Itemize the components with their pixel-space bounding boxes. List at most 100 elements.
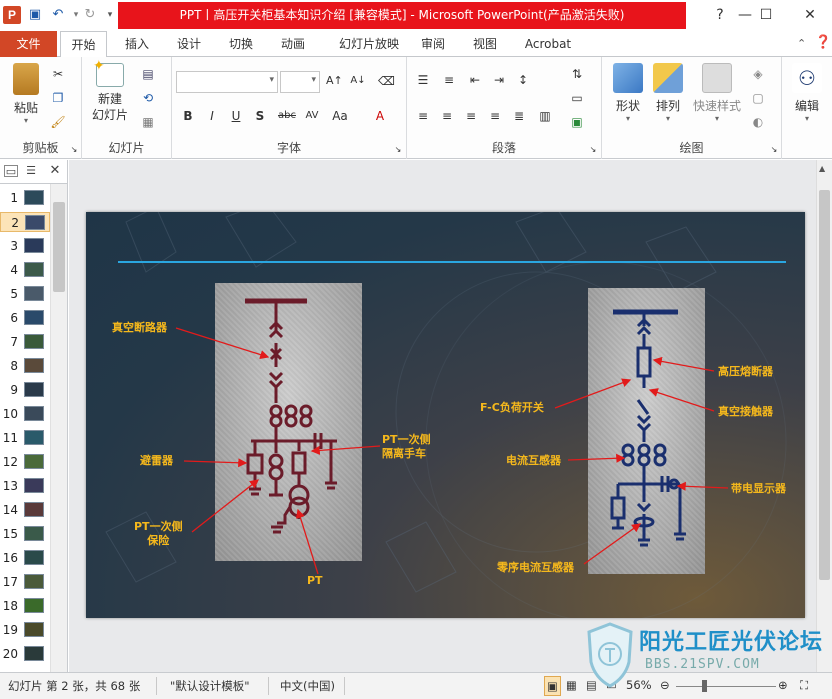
paste-button[interactable]: 粘贴 ▾: [6, 63, 46, 125]
decrease-indent-icon[interactable]: ⇤: [467, 73, 483, 87]
language-indicator[interactable]: 中文(中国): [280, 678, 335, 694]
numbering-icon[interactable]: ≡: [441, 73, 457, 87]
slide-thumbnail-image[interactable]: [24, 646, 44, 661]
shape-fill-icon[interactable]: ◈: [750, 67, 766, 81]
slide-thumbnail-image[interactable]: [24, 454, 44, 469]
tab-insert[interactable]: 插入: [116, 31, 158, 57]
new-slide-button[interactable]: ✦ 新建 幻灯片: [86, 58, 134, 123]
thumbnail-scrollbar[interactable]: [50, 184, 67, 672]
shape-effects-icon[interactable]: ◐: [750, 115, 766, 129]
slide-sorter-icon[interactable]: ▦: [566, 678, 577, 692]
slide-thumbnail-image[interactable]: [24, 190, 44, 205]
align-left-icon[interactable]: ≡: [415, 109, 431, 123]
normal-view-icon[interactable]: ▣: [544, 676, 561, 696]
slide-thumbnail[interactable]: 8: [0, 356, 50, 376]
copy-icon[interactable]: ❐: [50, 91, 66, 105]
slide-thumbnail[interactable]: 10: [0, 404, 50, 424]
underline-icon[interactable]: U: [228, 109, 244, 123]
close-pane-icon[interactable]: ✕: [48, 164, 62, 177]
slide-thumbnail-image[interactable]: [24, 526, 44, 541]
bullets-icon[interactable]: ☰: [415, 73, 431, 87]
paragraph-launcher-icon[interactable]: ↘: [585, 143, 601, 157]
increase-indent-icon[interactable]: ⇥: [491, 73, 507, 87]
reset-icon[interactable]: ⟲: [140, 91, 156, 105]
slide-thumbnail[interactable]: 4: [0, 260, 50, 280]
slide-thumbnail[interactable]: 17: [0, 572, 50, 592]
drawing-launcher-icon[interactable]: ↘: [766, 143, 782, 157]
shape-outline-icon[interactable]: ▢: [750, 91, 766, 105]
powerpoint-app-icon[interactable]: P: [3, 6, 21, 24]
align-right-icon[interactable]: ≡: [463, 109, 479, 123]
distribute-icon[interactable]: ≣: [511, 109, 527, 123]
slide-thumbnail[interactable]: 18: [0, 596, 50, 616]
slide-thumbnail-image[interactable]: [24, 478, 44, 493]
tab-transitions[interactable]: 切换: [220, 31, 262, 57]
slide-thumbnail[interactable]: 5: [0, 284, 50, 304]
italic-icon[interactable]: I: [204, 109, 220, 123]
slide-thumbnail[interactable]: 14: [0, 500, 50, 520]
line-spacing-icon[interactable]: ↕: [515, 73, 531, 87]
columns-icon[interactable]: ▥: [537, 109, 553, 123]
slide-thumbnail-image[interactable]: [24, 502, 44, 517]
tab-review[interactable]: 审阅: [412, 31, 454, 57]
char-spacing-icon[interactable]: AV: [302, 109, 322, 123]
arrange-button[interactable]: 排列 ▾: [648, 63, 688, 123]
align-text-icon[interactable]: ▭: [569, 91, 585, 105]
slide-thumbnail-image[interactable]: [24, 382, 44, 397]
editing-button[interactable]: ⚇ 编辑 ▾: [786, 63, 828, 123]
slides-tab-icon[interactable]: ▭: [4, 165, 18, 178]
tab-animations[interactable]: 动画: [272, 31, 314, 57]
slide-thumbnail[interactable]: 12: [0, 452, 50, 472]
clipboard-launcher-icon[interactable]: ↘: [66, 143, 82, 157]
tab-home[interactable]: 开始: [60, 31, 107, 58]
smartart-icon[interactable]: ▣: [569, 115, 585, 129]
font-size-select[interactable]: [280, 71, 320, 93]
slide-thumbnail-image[interactable]: [24, 574, 44, 589]
slide-thumbnail[interactable]: 2: [0, 212, 50, 232]
clear-format-icon[interactable]: ⌫: [378, 74, 395, 88]
slide-thumbnail-image[interactable]: [24, 238, 44, 253]
outline-tab-icon[interactable]: ☰: [24, 165, 38, 177]
align-center-icon[interactable]: ≡: [439, 109, 455, 123]
section-icon[interactable]: ▦: [140, 115, 156, 129]
tab-acrobat[interactable]: Acrobat: [518, 31, 578, 57]
change-case-icon[interactable]: Aa: [330, 109, 350, 123]
redo-icon[interactable]: ↻: [82, 7, 98, 23]
format-painter-icon[interactable]: 🖌: [50, 115, 66, 129]
justify-icon[interactable]: ≡: [487, 109, 503, 123]
slide-thumbnail[interactable]: 15: [0, 524, 50, 544]
tab-slideshow[interactable]: 幻灯片放映: [326, 31, 412, 57]
slide-scroll-thumb[interactable]: [819, 190, 830, 580]
font-color-icon[interactable]: A: [372, 109, 388, 123]
slide-thumbnail-image[interactable]: [24, 358, 44, 373]
slide-thumbnail[interactable]: 13: [0, 476, 50, 496]
slide-thumbnail-image[interactable]: [24, 310, 44, 325]
grow-font-icon[interactable]: A↑: [326, 74, 343, 88]
font-launcher-icon[interactable]: ↘: [390, 143, 406, 157]
slide-thumbnail-image[interactable]: [25, 215, 45, 230]
tab-view[interactable]: 视图: [464, 31, 506, 57]
bold-icon[interactable]: B: [180, 109, 196, 123]
save-icon[interactable]: ▣: [27, 7, 43, 23]
shadow-icon[interactable]: S: [252, 109, 268, 123]
slide-thumbnail-image[interactable]: [24, 622, 44, 637]
slide-thumbnail[interactable]: 16: [0, 548, 50, 568]
maximize-button[interactable]: ☐: [746, 0, 786, 31]
tab-file[interactable]: 文件: [0, 31, 57, 57]
strikethrough-icon[interactable]: abc: [276, 109, 298, 123]
tab-design[interactable]: 设计: [168, 31, 210, 57]
thumbnail-scroll-thumb[interactable]: [53, 202, 65, 292]
undo-icon[interactable]: ↶: [50, 7, 66, 23]
slide-thumbnail-image[interactable]: [24, 430, 44, 445]
cut-icon[interactable]: ✂: [50, 67, 66, 81]
customize-qat-icon[interactable]: ▾: [102, 7, 118, 23]
slide-thumbnail-image[interactable]: [24, 550, 44, 565]
slide-thumbnail[interactable]: 9: [0, 380, 50, 400]
slide-thumbnail[interactable]: 19: [0, 620, 50, 640]
slide-thumbnail-image[interactable]: [24, 262, 44, 277]
slide-thumbnail[interactable]: 1: [0, 188, 50, 208]
help-circle-icon[interactable]: ❓: [815, 35, 831, 50]
slide-thumbnail[interactable]: 3: [0, 236, 50, 256]
theme-name[interactable]: "默认设计模板": [170, 678, 250, 694]
slide-thumbnail-image[interactable]: [24, 598, 44, 613]
